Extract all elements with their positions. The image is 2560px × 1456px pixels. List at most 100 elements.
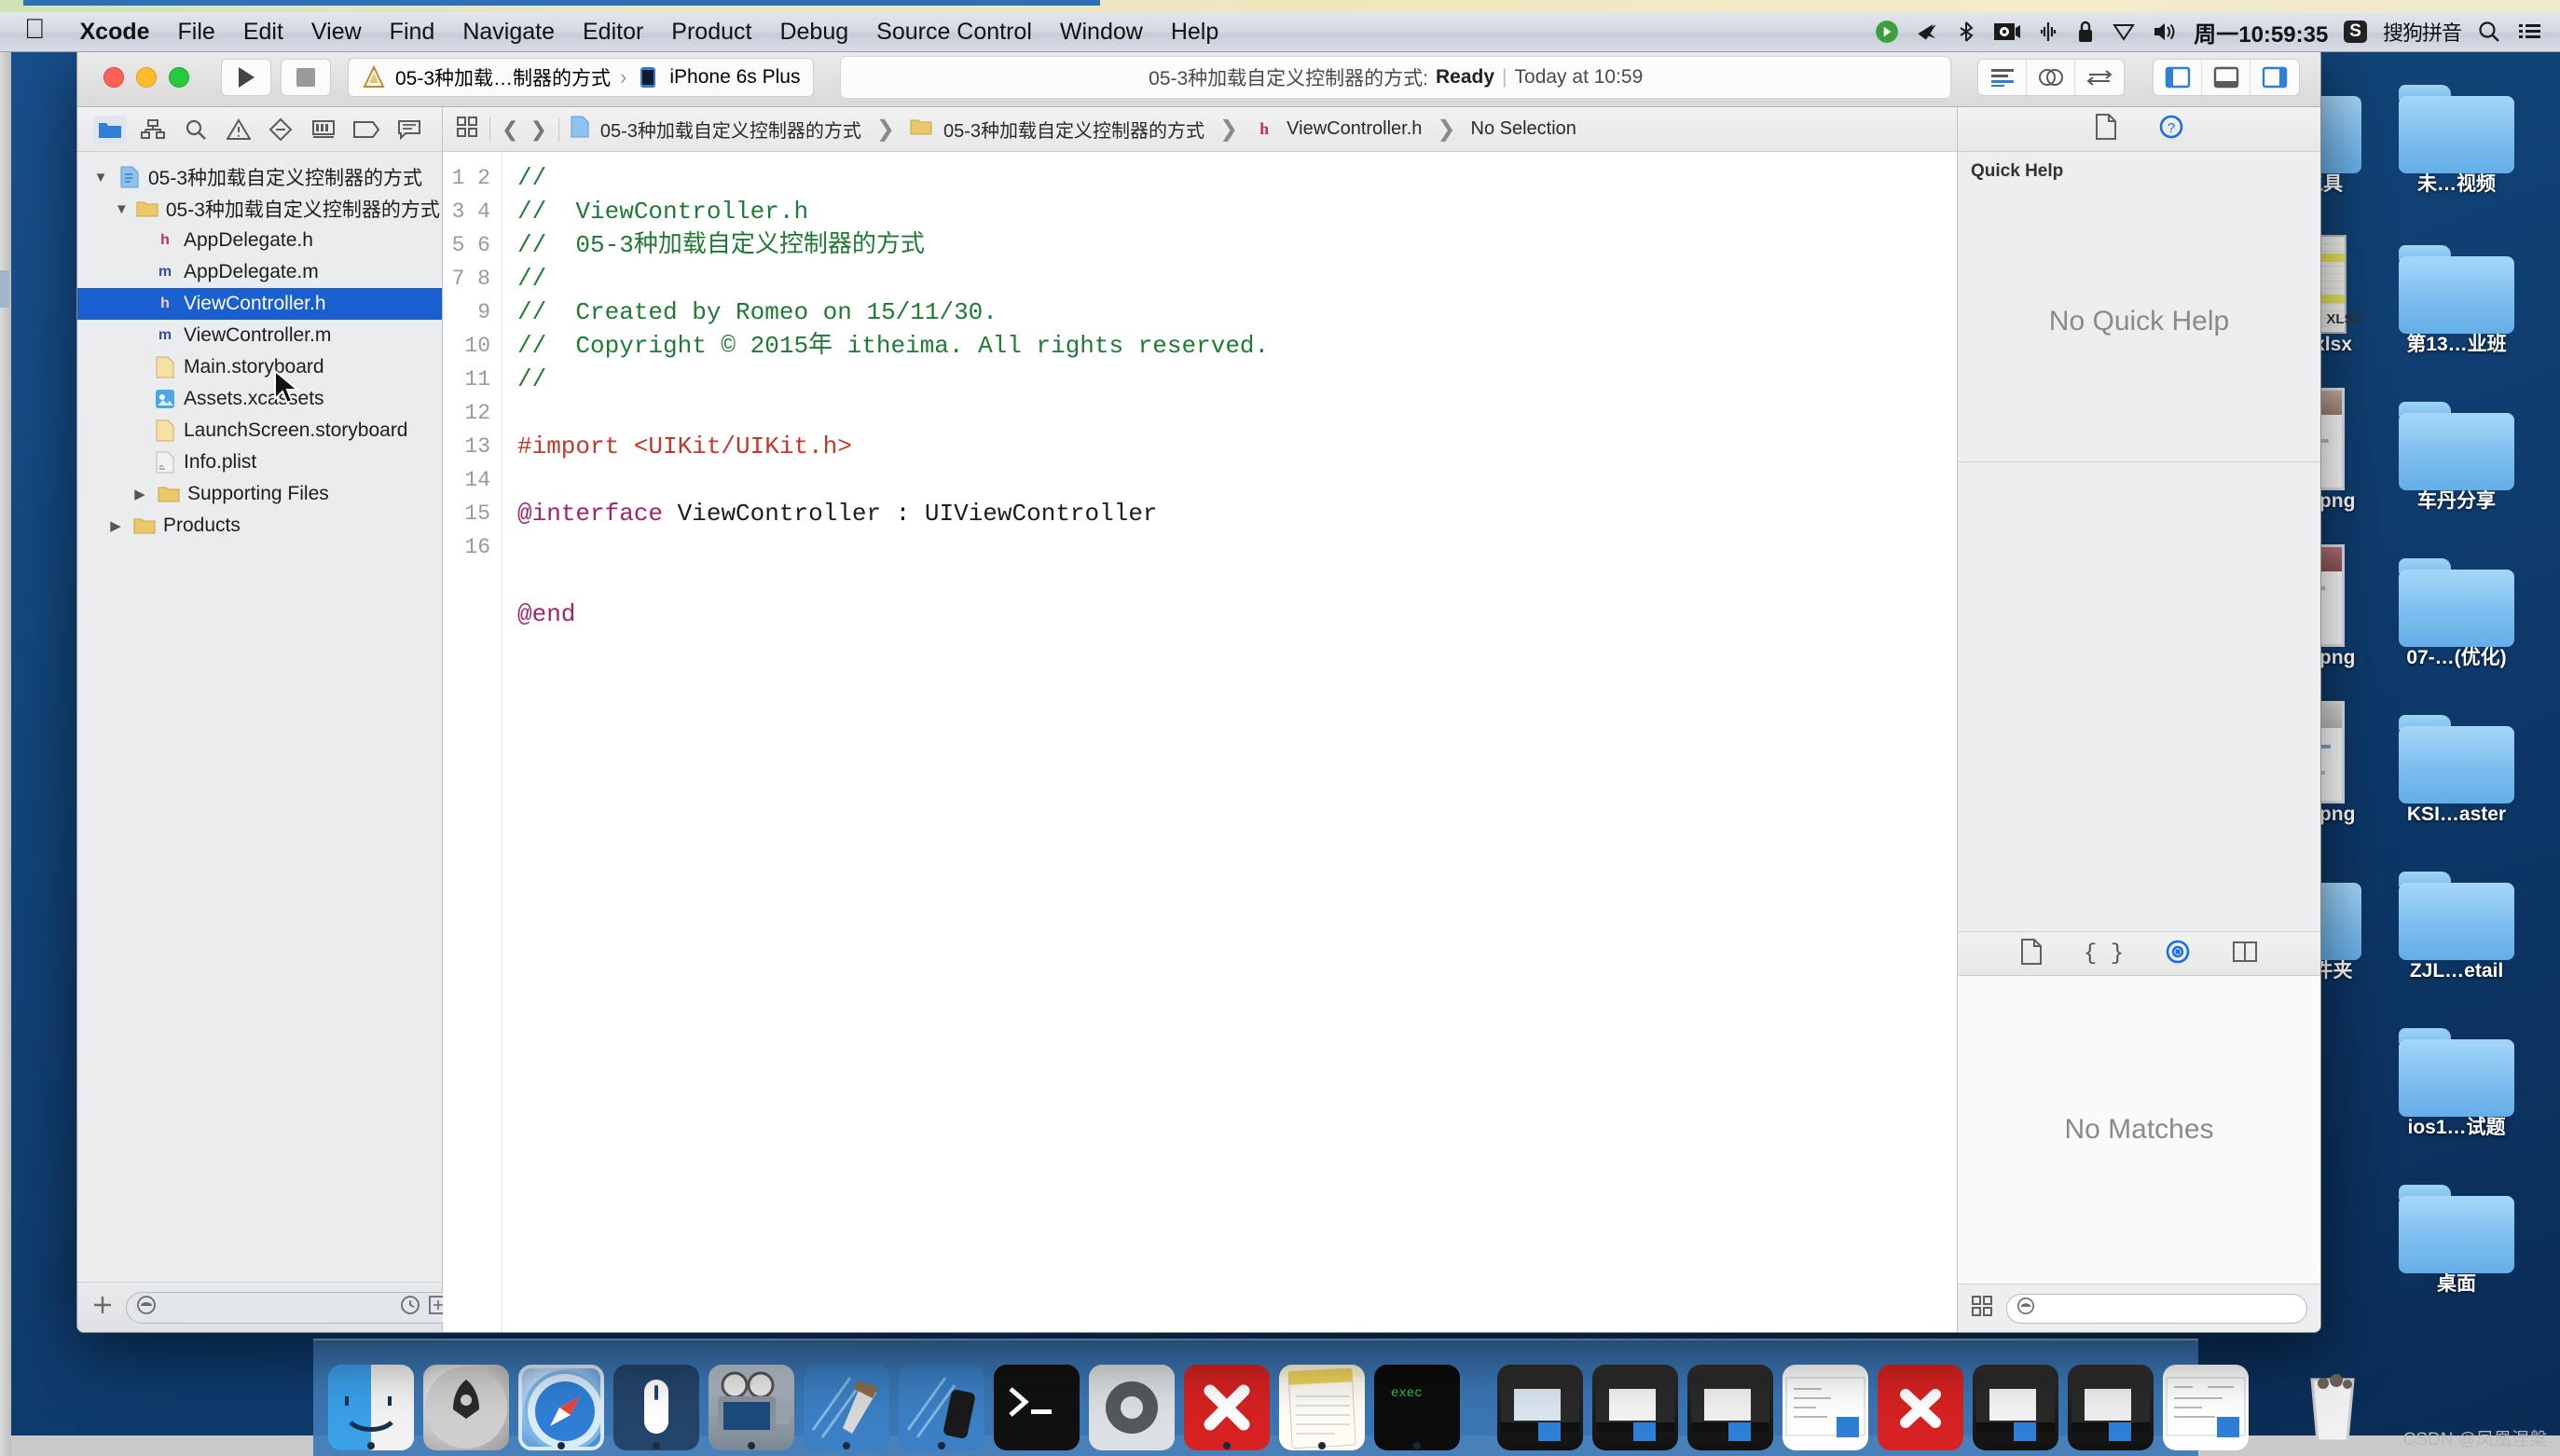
dock-item-trash[interactable] bbox=[2290, 1348, 2375, 1450]
stop-button[interactable] bbox=[281, 58, 331, 96]
dock-minimized-window-4[interactable] bbox=[1878, 1348, 1963, 1450]
plus-icon[interactable] bbox=[90, 1293, 115, 1322]
menu-item-help[interactable]: Help bbox=[1157, 19, 1232, 46]
tree-row-group[interactable]: ▼ 05-3种加载自定义控制器的方式 bbox=[77, 193, 442, 225]
project-navigator-tree[interactable]: ▼ 05-3种加载自定义控制器的方式 ▼ 05-3种加载自定义控制器的方式 h … bbox=[77, 152, 442, 1282]
navigator-filter-input[interactable] bbox=[164, 1297, 392, 1318]
toggle-navigator-icon[interactable] bbox=[2154, 59, 2202, 95]
dock-item-notes[interactable] bbox=[1279, 1348, 1365, 1450]
navigator-filter-field[interactable] bbox=[126, 1291, 459, 1324]
tree-row-project[interactable]: ▼ 05-3种加载自定义控制器的方式 bbox=[77, 161, 442, 193]
notification-center-icon[interactable] bbox=[2517, 20, 2543, 44]
test-navigator-icon[interactable] bbox=[264, 116, 297, 144]
disclosure-triangle-icon[interactable]: ▼ bbox=[90, 170, 111, 185]
left-screen-edge-scrollbar[interactable] bbox=[0, 52, 11, 1456]
menu-item-file[interactable]: File bbox=[164, 19, 229, 46]
assistant-editor-icon[interactable] bbox=[2027, 59, 2075, 95]
disclosure-triangle-icon[interactable]: ▶ bbox=[105, 517, 126, 534]
ime-badge-icon[interactable]: S bbox=[2344, 21, 2367, 43]
menu-item-view[interactable]: View bbox=[297, 19, 376, 46]
dock-item-quicktime[interactable] bbox=[709, 1348, 794, 1450]
grid-view-icon[interactable] bbox=[1971, 1295, 1993, 1322]
scheme-selector[interactable]: 05-3种加载…制器的方式 › iPhone 6s Plus bbox=[348, 57, 815, 97]
menu-item-product[interactable]: Product bbox=[657, 19, 765, 46]
dock-item-xcode-beta[interactable] bbox=[899, 1348, 984, 1450]
library-filter-input[interactable] bbox=[2043, 1298, 2297, 1318]
library-filter-field[interactable] bbox=[2006, 1293, 2307, 1324]
desktop-icon[interactable]: 07-…(优化) bbox=[2387, 546, 2526, 669]
find-navigator-icon[interactable] bbox=[179, 116, 213, 144]
desktop-icon[interactable]: 未…视频 bbox=[2387, 73, 2526, 196]
dock-item-mouse-app[interactable] bbox=[613, 1348, 699, 1450]
desktop-icon[interactable]: ios1…试题 bbox=[2387, 1016, 2526, 1139]
menu-item-window[interactable]: Window bbox=[1046, 19, 1157, 46]
quick-help-inspector-icon[interactable]: ? bbox=[2158, 114, 2184, 144]
menu-item-editor[interactable]: Editor bbox=[569, 19, 657, 46]
minimize-button[interactable] bbox=[136, 66, 157, 88]
breadcrumb-project-label[interactable]: 05-3种加载自定义控制器的方式 bbox=[600, 116, 861, 143]
menu-item-source-control[interactable]: Source Control bbox=[862, 19, 1046, 46]
breadcrumb-file-label[interactable]: ViewController.h bbox=[1287, 118, 1422, 140]
tree-row-launchscreen[interactable]: LaunchScreen.storyboard bbox=[77, 415, 442, 446]
debug-navigator-icon[interactable] bbox=[307, 116, 340, 144]
close-button[interactable] bbox=[103, 66, 124, 88]
dock-item-terminal[interactable] bbox=[994, 1348, 1080, 1450]
dock-item-exec[interactable]: exec bbox=[1374, 1348, 1460, 1450]
tree-row-viewcontroller-h[interactable]: h ViewController.h bbox=[77, 288, 442, 320]
tree-row-supporting-files[interactable]: ▶ Supporting Files bbox=[77, 478, 442, 510]
dock-item-launchpad[interactable] bbox=[423, 1348, 509, 1450]
dock-minimized-window-6[interactable] bbox=[2068, 1348, 2154, 1450]
desktop-icon[interactable]: 车丹分享 bbox=[2387, 390, 2526, 513]
dock-minimized-window-3[interactable] bbox=[1687, 1348, 1773, 1450]
dock-item-finder[interactable] bbox=[328, 1348, 414, 1450]
dock-item-system-preferences[interactable] bbox=[1089, 1348, 1175, 1450]
run-button[interactable] bbox=[221, 58, 271, 96]
tree-row-products[interactable]: ▶ Products bbox=[77, 510, 442, 542]
tree-row-assets[interactable]: Assets.xcassets bbox=[77, 383, 442, 415]
issue-navigator-icon[interactable] bbox=[222, 116, 255, 144]
tree-row-appdelegate-m[interactable]: m AppDelegate.m bbox=[77, 256, 442, 288]
breadcrumb-selection-label[interactable]: No Selection bbox=[1471, 118, 1576, 140]
tree-row-viewcontroller-m[interactable]: m ViewController.m bbox=[77, 320, 442, 351]
project-navigator-icon[interactable] bbox=[92, 115, 127, 144]
source-code-editor[interactable]: 1 2 3 4 5 6 7 8 9 10 11 12 13 14 15 16 /… bbox=[443, 152, 1957, 1332]
version-editor-icon[interactable] bbox=[2075, 60, 2124, 95]
menu-item-find[interactable]: Find bbox=[376, 19, 449, 46]
menu-bar-clock[interactable]: 周一10:59:35 bbox=[2194, 16, 2328, 48]
clock-icon[interactable] bbox=[400, 1295, 420, 1321]
dock-item-safari[interactable] bbox=[518, 1348, 604, 1450]
lock-icon[interactable] bbox=[2075, 20, 2096, 44]
symbol-navigator-icon[interactable] bbox=[136, 116, 170, 144]
desktop-icon[interactable]: 第13…业班 bbox=[2387, 233, 2526, 356]
menu-item-xcode[interactable]: Xcode bbox=[66, 19, 164, 46]
tree-row-appdelegate-h[interactable]: h AppDelegate.h bbox=[77, 225, 442, 256]
dropbox-icon[interactable] bbox=[1875, 20, 1899, 44]
code-snippet-library-icon[interactable]: { } bbox=[2084, 941, 2124, 967]
report-navigator-icon[interactable] bbox=[392, 116, 426, 144]
tree-row-info-plist[interactable]: Info.plist bbox=[77, 446, 442, 478]
alfred-icon[interactable] bbox=[2037, 20, 2059, 44]
desktop-icon[interactable]: ZJL…etail bbox=[2387, 859, 2526, 982]
object-library-icon[interactable] bbox=[2165, 939, 2191, 969]
menu-item-edit[interactable]: Edit bbox=[229, 19, 297, 46]
dock-minimized-window-2[interactable] bbox=[1592, 1348, 1678, 1450]
left-screen-edge-scrollbar-thumb[interactable] bbox=[0, 270, 9, 308]
dock-minimized-window-1[interactable] bbox=[1497, 1348, 1583, 1450]
disclosure-triangle-icon[interactable]: ▼ bbox=[115, 201, 129, 217]
screen-record-icon[interactable] bbox=[1993, 21, 2021, 43]
dock-minimized-document-2[interactable] bbox=[2163, 1348, 2249, 1450]
shield-icon[interactable] bbox=[2112, 20, 2136, 44]
disclosure-triangle-icon[interactable]: ▶ bbox=[130, 486, 150, 502]
forward-chevron-icon[interactable]: ❯ bbox=[530, 117, 546, 142]
toggle-debug-area-icon[interactable] bbox=[2202, 59, 2250, 95]
desktop-icon[interactable]: KSI…aster bbox=[2387, 703, 2526, 826]
file-template-library-icon[interactable] bbox=[2020, 938, 2043, 969]
search-icon[interactable] bbox=[2477, 20, 2501, 44]
dock-minimized-document[interactable] bbox=[1782, 1348, 1868, 1450]
source-code-text[interactable]: // // ViewController.h // 05-3种加载自定义控制器的方式… bbox=[502, 152, 1957, 1332]
toggle-utilities-icon[interactable] bbox=[2250, 60, 2299, 95]
breadcrumb-group-label[interactable]: 05-3种加载自定义控制器的方式 bbox=[943, 116, 1204, 143]
dock-item-xcode[interactable] bbox=[804, 1348, 889, 1450]
dock-minimized-window-5[interactable] bbox=[1973, 1348, 2058, 1450]
breakpoint-navigator-icon[interactable] bbox=[350, 116, 383, 144]
